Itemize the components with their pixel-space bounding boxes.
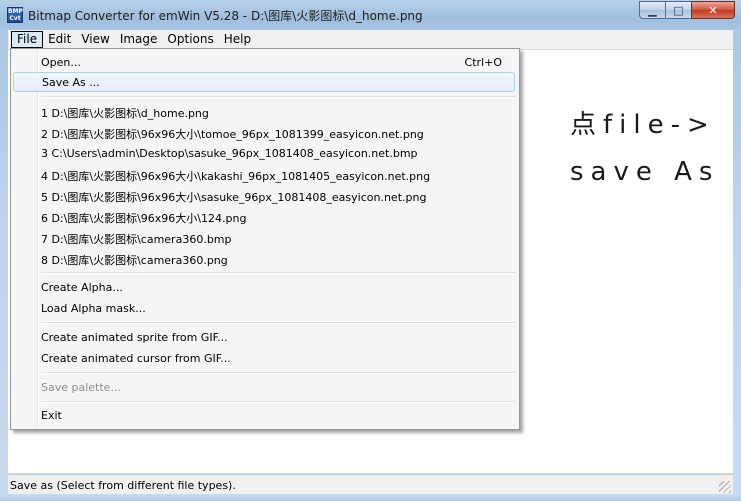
menu-item-recent-5[interactable]: 5 D:\图库\火影图标\96x96大小\sasuke_96px_1081408… bbox=[13, 185, 515, 205]
app-icon: BMP Cvt bbox=[7, 7, 23, 23]
annotation-line-2: save As bbox=[570, 157, 720, 187]
menu-options[interactable]: Options bbox=[162, 31, 218, 48]
menu-item-recent-6[interactable]: 6 D:\图库\火影图标\96x96大小\124.png bbox=[13, 206, 515, 226]
recent-file-label: 2 D:\图库\火影图标\96x96大小\tomoe_96px_1081399_… bbox=[41, 128, 424, 141]
menu-item-recent-3[interactable]: 3 C:\Users\admin\Desktop\sasuke_96px_108… bbox=[13, 143, 515, 163]
annotation-line-1: 点file-> bbox=[570, 110, 716, 140]
window-title: Bitmap Converter for emWin V5.28 - D:\图库… bbox=[28, 9, 423, 23]
menu-item-recent-7[interactable]: 7 D:\图库\火影图标\camera360.bmp bbox=[13, 227, 515, 247]
menu-item-save-palette-label: Save palette... bbox=[41, 381, 121, 394]
recent-file-label: 1 D:\图库\火影图标\d_home.png bbox=[41, 107, 209, 120]
menu-view[interactable]: View bbox=[76, 31, 114, 48]
close-icon: ✕ bbox=[708, 3, 718, 17]
menu-image[interactable]: Image bbox=[115, 31, 163, 48]
caption-buttons: ▁ □ ✕ bbox=[639, 1, 735, 21]
close-button[interactable]: ✕ bbox=[691, 1, 735, 19]
menu-item-exit-label: Exit bbox=[41, 409, 62, 422]
recent-file-label: 3 C:\Users\admin\Desktop\sasuke_96px_108… bbox=[41, 147, 418, 160]
menu-item-save-palette: Save palette... bbox=[13, 377, 515, 397]
minimize-icon: ▁ bbox=[648, 3, 657, 17]
file-menu-dropdown: Open... Ctrl+O Save As ... 1 D:\图库\火影图标\… bbox=[10, 48, 520, 430]
recent-file-label: 7 D:\图库\火影图标\camera360.bmp bbox=[41, 233, 232, 246]
menu-item-recent-1[interactable]: 1 D:\图库\火影图标\d_home.png bbox=[13, 101, 515, 121]
status-text: Save as (Select from different file type… bbox=[10, 479, 236, 492]
menu-item-save-as[interactable]: Save As ... bbox=[13, 72, 515, 92]
menu-item-create-sprite[interactable]: Create animated sprite from GIF... bbox=[13, 327, 515, 347]
menu-item-create-alpha[interactable]: Create Alpha... bbox=[13, 277, 515, 297]
recent-file-label: 5 D:\图库\火影图标\96x96大小\sasuke_96px_1081408… bbox=[41, 191, 427, 204]
recent-file-label: 4 D:\图库\火影图标\96x96大小\kakashi_96px_108140… bbox=[41, 170, 431, 183]
resize-grip-icon[interactable] bbox=[719, 481, 731, 493]
menu-item-open-label: Open... bbox=[41, 56, 81, 69]
app-icon-text-top: BMP bbox=[8, 8, 23, 15]
menu-bar: File Edit View Image Options Help bbox=[8, 30, 733, 49]
menu-edit[interactable]: Edit bbox=[43, 31, 76, 48]
menu-item-open-shortcut: Ctrl+O bbox=[464, 56, 502, 69]
menu-item-recent-8[interactable]: 8 D:\图库\火影图标\camera360.png bbox=[13, 248, 515, 268]
menu-item-create-cursor[interactable]: Create animated cursor from GIF... bbox=[13, 348, 515, 368]
menu-separator bbox=[41, 96, 515, 98]
app-icon-text-bottom: Cvt bbox=[9, 15, 21, 22]
title-bar[interactable]: BMP Cvt Bitmap Converter for emWin V5.28… bbox=[0, 0, 741, 30]
menu-item-recent-4[interactable]: 4 D:\图库\火影图标\96x96大小\kakashi_96px_108140… bbox=[13, 164, 515, 184]
menu-item-save-as-label: Save As ... bbox=[42, 76, 100, 89]
menu-item-load-alpha-mask-label: Load Alpha mask... bbox=[41, 302, 146, 315]
recent-file-label: 8 D:\图库\火影图标\camera360.png bbox=[41, 254, 228, 267]
maximize-button[interactable]: □ bbox=[665, 1, 691, 19]
recent-file-label: 6 D:\图库\火影图标\96x96大小\124.png bbox=[41, 212, 247, 225]
menu-separator bbox=[41, 372, 515, 374]
menu-item-load-alpha-mask[interactable]: Load Alpha mask... bbox=[13, 298, 515, 318]
app-window: BMP Cvt Bitmap Converter for emWin V5.28… bbox=[0, 0, 741, 501]
menu-file[interactable]: File bbox=[11, 31, 44, 48]
menu-item-create-cursor-label: Create animated cursor from GIF... bbox=[41, 352, 231, 365]
menu-item-exit[interactable]: Exit bbox=[13, 405, 515, 425]
menu-help[interactable]: Help bbox=[219, 31, 256, 48]
menu-item-recent-2[interactable]: 2 D:\图库\火影图标\96x96大小\tomoe_96px_1081399_… bbox=[13, 122, 515, 142]
minimize-button[interactable]: ▁ bbox=[639, 1, 665, 19]
status-bar: Save as (Select from different file type… bbox=[8, 474, 733, 495]
menu-item-create-sprite-label: Create animated sprite from GIF... bbox=[41, 331, 228, 344]
menu-separator bbox=[41, 272, 515, 274]
menu-item-create-alpha-label: Create Alpha... bbox=[41, 281, 123, 294]
menu-item-open[interactable]: Open... Ctrl+O bbox=[13, 52, 515, 72]
menu-separator bbox=[41, 401, 515, 403]
menu-separator bbox=[41, 322, 515, 324]
maximize-icon: □ bbox=[673, 3, 684, 17]
window-bottom-frame bbox=[0, 494, 741, 501]
